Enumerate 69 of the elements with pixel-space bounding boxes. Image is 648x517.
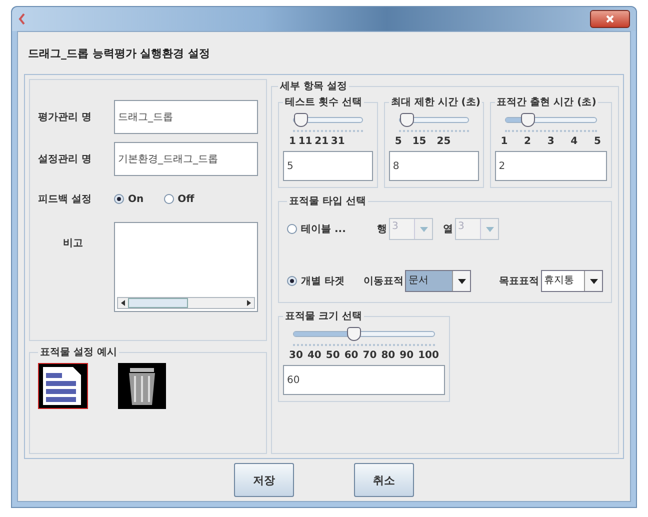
dropdown[interactable]: 문서: [405, 270, 472, 292]
radio-button[interactable]: [164, 194, 174, 204]
field-label: 열: [443, 223, 453, 236]
tick-label: 40: [307, 350, 322, 361]
dropdown[interactable]: 휴지통: [541, 270, 603, 292]
tick-label: 11: [298, 136, 312, 147]
right-arrow-icon[interactable]: [247, 300, 251, 306]
radio-label[interactable]: On: [128, 194, 144, 204]
slider-thumb[interactable]: [347, 327, 362, 341]
tick-label: 1: [289, 136, 296, 147]
input-field[interactable]: 드래그_드롭: [114, 100, 258, 134]
close-button[interactable]: [590, 10, 630, 28]
field-label: 목표표적: [499, 275, 540, 288]
caret-icon: [458, 278, 466, 284]
field-label: 피드백 설정: [38, 193, 92, 206]
tick-label: 50: [326, 350, 340, 361]
tick-label: 60: [344, 350, 358, 361]
tick-label: 70: [362, 350, 377, 361]
group-title: 테스트 횟수 선택: [284, 96, 363, 109]
tick-label: 3: [547, 136, 554, 147]
tick-label: 15: [412, 136, 426, 147]
dialog-heading: 드래그_드롭 능력평가 실행환경 설정: [27, 46, 211, 62]
dialog-button[interactable]: 저장: [234, 463, 294, 497]
tick-label: 1: [500, 136, 508, 147]
left-arrow-icon[interactable]: [121, 300, 125, 306]
caret-icon: [420, 226, 428, 232]
tick-label: 21: [314, 136, 329, 147]
field-label: 행: [377, 223, 387, 236]
dialog-button[interactable]: 취소: [354, 463, 414, 497]
tick-label: 30: [289, 350, 303, 361]
group-title: 표적물 설정 예시: [39, 346, 118, 359]
field-label: 평가관리 명: [38, 111, 92, 124]
group-title: 표적물 크기 선택: [284, 310, 363, 323]
tick-label: 31: [330, 136, 345, 147]
field-label: 이동표적: [363, 275, 404, 288]
slider-thumb[interactable]: [521, 113, 536, 127]
radio-label[interactable]: 개별 타겟: [301, 274, 344, 288]
input-field[interactable]: 기본환경_드래그_드롭: [114, 142, 258, 176]
caret-icon: [590, 278, 598, 284]
tick-label: 2: [524, 136, 531, 147]
radio-button[interactable]: [287, 276, 297, 286]
tick-label: 5: [394, 136, 402, 147]
scrollbar[interactable]: [117, 297, 255, 309]
caret-icon: [486, 226, 494, 232]
slider-thumb[interactable]: [294, 113, 308, 127]
tick-label: 80: [381, 350, 396, 361]
tick-label: 4: [570, 136, 578, 147]
input-field[interactable]: 2: [494, 151, 607, 181]
radio-label[interactable]: 테이블 ...: [301, 222, 346, 236]
group-title: 표적간 출현 시간 (초): [496, 96, 598, 109]
tick-label: 90: [400, 350, 414, 361]
close-icon: [606, 15, 614, 23]
slider-thumb[interactable]: [400, 113, 414, 127]
group-title: 최대 제한 시간 (초): [390, 96, 482, 109]
input-field[interactable]: 5: [283, 151, 373, 181]
field-label: 설정관리 명: [38, 153, 92, 166]
tick-label: 25: [436, 136, 451, 147]
trash-can-icon: [118, 363, 166, 409]
input-field[interactable]: 60: [283, 365, 445, 395]
input-field[interactable]: 8: [388, 151, 479, 181]
document-icon: [38, 363, 88, 409]
radio-label[interactable]: Off: [178, 194, 194, 204]
tick-label: 100: [418, 350, 439, 361]
group-title: 표적물 타입 선택: [288, 195, 367, 208]
tick-label: 5: [594, 136, 601, 147]
radio-button[interactable]: [114, 194, 124, 204]
field-label: 비고: [62, 237, 84, 250]
radio-button[interactable]: [287, 224, 297, 234]
group-title: 세부 항목 설정: [278, 80, 348, 93]
